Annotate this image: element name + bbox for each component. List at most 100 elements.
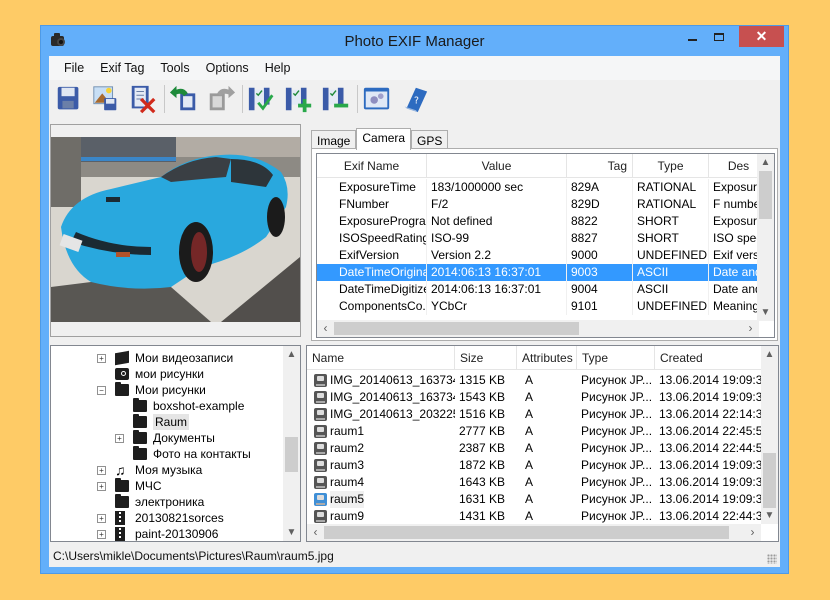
tree-item[interactable]: Фото на контакты	[115, 446, 251, 462]
zip-folder-icon	[115, 527, 125, 541]
tree-item[interactable]: + Мои видеозаписи	[97, 350, 233, 366]
exif-row[interactable]: FNumber F/2 829D RATIONAL F number	[317, 196, 769, 213]
menu-options[interactable]: Options	[198, 56, 257, 80]
file-row[interactable]: IMG_20140613_163734... 1543 KB A Рисунок JP…	[307, 389, 763, 406]
collapse-icon[interactable]: −	[97, 385, 106, 395]
scroll-up-icon[interactable]: ▲	[761, 346, 778, 363]
file-row[interactable]: IMG_20140613_203225 1516 KB A Рисунок JP...…	[307, 406, 763, 423]
settings-button[interactable]	[361, 83, 393, 115]
tree-item[interactable]: + paint-20130906	[97, 526, 218, 541]
tab-camera[interactable]: Camera	[356, 128, 412, 150]
menu-file[interactable]: File	[56, 56, 92, 80]
menu-bar: File Exif Tag Tools Options Help	[49, 56, 780, 80]
tree-item[interactable]: + ♫ Моя музыка	[97, 462, 202, 478]
file-row[interactable]: raum3 1872 KB A Рисунок JP... 13.06.2014 19:…	[307, 457, 763, 474]
files-vertical-scrollbar[interactable]: ▲ ▼	[761, 346, 778, 524]
file-cell-created: 13.06.2014 19:09:39	[659, 373, 763, 387]
folder-icon	[115, 478, 129, 492]
title-bar[interactable]: Photo EXIF Manager ✕	[41, 26, 788, 56]
file-column-header[interactable]: Created	[655, 346, 763, 370]
exif-row[interactable]: ExifVersion Version 2.2 9000 UNDEFINED Exif …	[317, 247, 769, 264]
scroll-left-icon[interactable]: ‹	[317, 320, 334, 337]
remove-tag-icon	[322, 87, 349, 111]
scroll-up-icon[interactable]: ▲	[757, 154, 774, 171]
menu-exif-tag[interactable]: Exif Tag	[92, 56, 152, 80]
file-column-header[interactable]: Size	[455, 346, 517, 370]
scroll-down-icon[interactable]: ▼	[283, 524, 300, 541]
help-book-button[interactable]: ?	[398, 83, 430, 115]
undo-button[interactable]	[168, 83, 200, 115]
file-column-header[interactable]: Attributes	[517, 346, 577, 370]
exif-column-header[interactable]: Tag	[567, 154, 633, 178]
save-button[interactable]	[53, 83, 85, 115]
exif-cell-exif-name: ComponentsCo...	[317, 298, 427, 315]
expand-icon[interactable]: +	[97, 353, 106, 363]
folder-icon	[133, 446, 147, 460]
exif-column-header[interactable]: Value	[427, 154, 567, 178]
expand-icon[interactable]: +	[97, 513, 106, 523]
tree-item[interactable]: − Мои рисунки	[97, 382, 206, 398]
maximize-button[interactable]	[704, 26, 734, 47]
tree-vertical-scrollbar[interactable]: ▲ ▼	[283, 346, 300, 541]
redo-icon	[209, 85, 236, 111]
menu-tools[interactable]: Tools	[152, 56, 197, 80]
exif-hscroll-thumb[interactable]	[334, 322, 579, 335]
scroll-right-icon[interactable]: ›	[742, 320, 759, 337]
minimize-button[interactable]	[677, 26, 707, 47]
files-vscroll-thumb[interactable]	[763, 453, 776, 508]
tree-item[interactable]: +20130821sorces	[97, 510, 224, 526]
file-row[interactable]: IMG_20140613_163734 1315 KB A Рисунок JP...…	[307, 372, 763, 389]
file-row[interactable]: raum5 1631 KB A Рисунок JP... 13.06.2014 19:…	[307, 491, 763, 508]
exif-row[interactable]: DateTimeOriginal 2014:06:13 16:37:01 9003 A…	[317, 264, 769, 281]
tree-item[interactable]: электроника	[97, 494, 204, 510]
scroll-right-icon[interactable]: ›	[744, 524, 761, 541]
exif-row[interactable]: ExposureTime 183/1000000 sec 829A RATIONAL E…	[317, 179, 769, 196]
tree-item[interactable]: + МЧС	[97, 478, 162, 494]
file-row[interactable]: raum4 1643 KB A Рисунок JP... 13.06.2014 19:…	[307, 474, 763, 491]
tree-item[interactable]: + Документы	[115, 430, 215, 446]
files-horizontal-scrollbar[interactable]: ‹ ›	[307, 524, 761, 541]
exif-row[interactable]: DateTimeDigitized 2014:06:13 16:37:01 9004…	[317, 281, 769, 298]
exif-table-body: ExposureTime 183/1000000 sec 829A RATIONAL E…	[317, 179, 769, 315]
exif-row[interactable]: ExposureProgram Not defined 8822 SHORT Expos…	[317, 213, 769, 230]
remove-tag-button[interactable]	[320, 83, 352, 115]
file-row[interactable]: raum1 2777 KB A Рисунок JP... 13.06.2014 22:…	[307, 423, 763, 440]
tree-item[interactable]: boxshot-example	[115, 398, 244, 414]
exif-row[interactable]: ISOSpeedRatings ISO-99 8827 SHORT ISO speed	[317, 230, 769, 247]
files-hscroll-thumb[interactable]	[324, 526, 729, 539]
scroll-down-icon[interactable]: ▼	[761, 507, 778, 524]
photo-preview[interactable]	[51, 137, 300, 322]
tree-item[interactable]: мои рисунки	[97, 366, 204, 382]
expand-icon[interactable]: +	[115, 433, 124, 443]
tab-image[interactable]: Image	[311, 130, 357, 150]
exif-vscroll-thumb[interactable]	[759, 171, 772, 219]
scroll-up-icon[interactable]: ▲	[283, 346, 300, 363]
close-button[interactable]: ✕	[739, 26, 784, 47]
file-column-header[interactable]: Name	[307, 346, 455, 370]
add-tag-button[interactable]	[283, 83, 315, 115]
check-tags-button[interactable]	[246, 83, 278, 115]
menu-help[interactable]: Help	[257, 56, 299, 80]
folder-tree: + Мои видеозаписи мои рисунки − Мои рисунки b…	[50, 345, 301, 542]
expand-icon[interactable]: +	[97, 529, 106, 539]
exif-row[interactable]: ComponentsCo... YCbCr 9101 UNDEFINED Meaning…	[317, 298, 769, 315]
exif-column-header[interactable]: Type	[633, 154, 709, 178]
exif-vertical-scrollbar[interactable]: ▲ ▼	[757, 154, 774, 321]
file-row[interactable]: raum2 2387 KB A Рисунок JP... 13.06.2014 22:…	[307, 440, 763, 457]
scroll-down-icon[interactable]: ▼	[757, 304, 774, 321]
tree-item[interactable]: Raum	[115, 414, 190, 430]
resize-grip-icon[interactable]	[767, 554, 777, 564]
file-cell-type: Рисунок JP...	[581, 424, 653, 438]
tab-gps[interactable]: GPS	[411, 130, 449, 150]
scroll-left-icon[interactable]: ‹	[307, 524, 324, 541]
exif-horizontal-scrollbar[interactable]: ‹ ›	[317, 320, 759, 337]
delete-exif-button[interactable]	[127, 83, 159, 115]
expand-icon[interactable]: +	[97, 465, 106, 475]
file-row[interactable]: raum9 1431 KB A Рисунок JP... 13.06.2014 22:…	[307, 508, 763, 525]
exif-column-header[interactable]: Exif Name	[317, 154, 427, 178]
file-column-header[interactable]: Type	[577, 346, 655, 370]
expand-icon[interactable]: +	[97, 481, 106, 491]
save-image-button[interactable]	[90, 83, 122, 115]
tree-vscroll-thumb[interactable]	[285, 437, 298, 472]
redo-button[interactable]	[205, 83, 237, 115]
